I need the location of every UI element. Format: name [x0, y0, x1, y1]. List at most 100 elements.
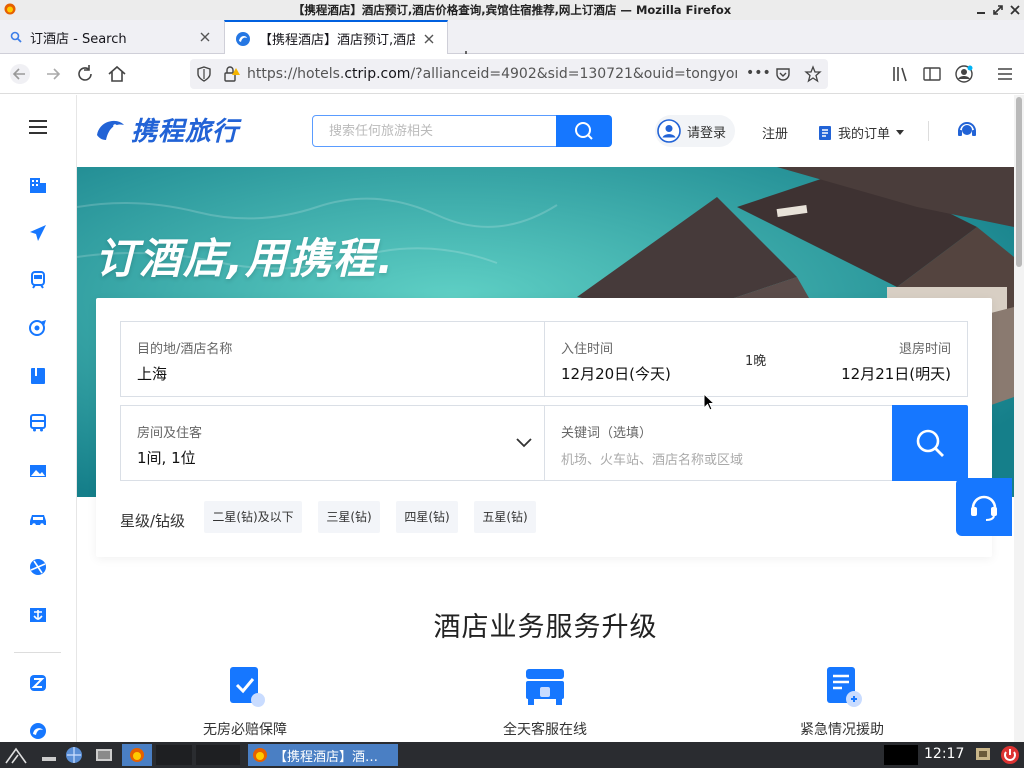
mouse-cursor	[703, 393, 715, 411]
feature-label: 全天客服在线	[503, 722, 587, 738]
tab-close-icon[interactable]	[421, 31, 437, 47]
destination-label: 目的地/酒店名称	[137, 342, 233, 357]
restore-icon[interactable]	[993, 5, 1003, 15]
feature-no-room-guarantee: 无房必赔保障	[155, 665, 335, 739]
start-menu-icon[interactable]	[4, 745, 34, 765]
star-option-5[interactable]: 五星(钻)	[474, 501, 536, 533]
window-titlebar: 【携程酒店】酒店预订,酒店价格查询,宾馆住宿推荐,网上订酒店 — Mozilla…	[0, 0, 1024, 20]
train-icon[interactable]	[28, 270, 48, 290]
account-icon[interactable]	[953, 63, 975, 85]
ctrip-favicon-icon	[235, 31, 251, 47]
star-option-3[interactable]: 三星(钻)	[318, 501, 380, 533]
emergency-doc-icon	[820, 665, 864, 709]
pocket-icon[interactable]	[775, 66, 791, 82]
flight-icon[interactable]	[28, 223, 48, 243]
keyword-placeholder[interactable]: 机场、火车站、酒店名称或区域	[561, 449, 743, 468]
hotel-icon[interactable]	[28, 175, 48, 195]
url-text[interactable]: https://hotels.ctrip.com/?allianceid=490…	[247, 59, 737, 89]
register-link[interactable]: 注册	[762, 123, 788, 142]
minimize-icon[interactable]	[976, 5, 986, 15]
taskbar-firefox-task[interactable]: 【携程酒店】酒…	[248, 744, 398, 766]
hotel-search-button[interactable]	[892, 405, 968, 481]
order-list-icon	[818, 125, 832, 141]
headset-icon	[969, 492, 999, 522]
tab-close-icon[interactable]	[197, 29, 213, 45]
reload-icon[interactable]	[74, 63, 96, 85]
file-manager-icon[interactable]	[94, 745, 114, 765]
hero-slogan: 订酒店,用携程.	[95, 234, 395, 283]
home-icon[interactable]	[106, 63, 128, 85]
service-upgrade-title: 酒店业务服务升级	[433, 612, 658, 643]
car-icon[interactable]	[28, 509, 48, 529]
rooms-guests-field[interactable]: 房间及住客 1间, 1位	[120, 405, 545, 481]
login-button[interactable]: 请登录	[655, 115, 735, 147]
star-rating-label: 星级/钻级	[120, 512, 186, 530]
workspace-1[interactable]	[156, 745, 192, 765]
photo-icon[interactable]	[28, 461, 48, 481]
site-header: 携程旅行 请登录 注册 我的订单	[77, 95, 1014, 167]
login-label: 请登录	[687, 125, 727, 141]
site-search-input[interactable]	[312, 115, 557, 147]
power-icon[interactable]	[1000, 745, 1020, 765]
search-icon	[915, 428, 945, 458]
site-search-button[interactable]	[556, 115, 612, 147]
workspace-2[interactable]	[196, 745, 240, 765]
network-icon[interactable]	[974, 745, 992, 765]
checkin-label: 入住时间	[561, 342, 614, 357]
sidenav-divider	[14, 652, 61, 653]
firefox-window: 【携程酒店】酒店预订,酒店价格查询,宾馆住宿推荐,网上订酒店 — Mozilla…	[0, 0, 1024, 768]
firefox-launcher-icon[interactable]	[122, 744, 152, 766]
insecure-lock-icon[interactable]	[223, 66, 241, 82]
globe-icon[interactable]	[28, 557, 48, 577]
star-option-2[interactable]: 二星(钻)及以下	[204, 501, 302, 533]
sidebar-icon[interactable]	[921, 63, 943, 85]
caret-down-icon	[896, 129, 905, 136]
tab-search[interactable]: 订酒店 - Search	[0, 20, 223, 54]
tab-bar: 订酒店 - Search 【携程酒店】酒店预订,酒店价	[0, 20, 1024, 65]
date-range-field[interactable]: 入住时间 12月20日(今天) 1晚 退房时间 12月21日(明天)	[544, 321, 968, 397]
page-content: 携程旅行 请登录 注册 我的订单	[0, 95, 1024, 742]
shield-icon[interactable]	[196, 66, 212, 82]
tab-ctrip-hotels[interactable]: 【携程酒店】酒店预订,酒店价	[224, 20, 448, 55]
browser-launcher-icon[interactable]	[64, 745, 84, 765]
library-icon[interactable]	[890, 63, 912, 85]
scrollbar-thumb[interactable]	[1016, 97, 1022, 267]
feature-label: 无房必赔保障	[203, 722, 287, 738]
feature-emergency-aid: 紧急情况援助	[752, 665, 932, 739]
destination-field[interactable]: 目的地/酒店名称 上海	[120, 321, 545, 397]
page-scrollbar[interactable]	[1014, 95, 1024, 742]
ctrip-dolphin-icon[interactable]	[28, 721, 48, 741]
bookmark-star-icon[interactable]	[804, 65, 822, 83]
guide-icon[interactable]	[28, 366, 48, 386]
guarantee-icon	[223, 665, 267, 709]
feature-24h-service: 全天客服在线	[455, 665, 635, 739]
travel-icon[interactable]	[28, 318, 48, 338]
hotel-booking-form: 目的地/酒店名称 上海 入住时间 12月20日(今天) 1晚 退房时间 12月2…	[96, 298, 992, 557]
my-orders-dropdown[interactable]: 我的订单	[818, 123, 905, 142]
back-icon[interactable]	[9, 63, 31, 85]
tray-area	[884, 745, 918, 765]
show-desktop-icon[interactable]	[40, 745, 58, 765]
chevron-down-icon	[516, 438, 532, 448]
os-taskbar: 【携程酒店】酒… 12:17	[0, 742, 1024, 768]
deals-icon[interactable]	[28, 605, 48, 625]
hamburger-menu-icon[interactable]	[27, 116, 49, 138]
star-option-4[interactable]: 四星(钻)	[396, 501, 458, 533]
keyword-label: 关键词（选填）	[561, 426, 653, 441]
checkin-date[interactable]: 12月20日(今天)	[561, 363, 671, 384]
keyword-field[interactable]: 关键词（选填） 机场、火车站、酒店名称或区域	[544, 405, 894, 481]
menu-icon[interactable]	[994, 63, 1016, 85]
dolphin-logo-icon	[93, 113, 127, 147]
task-label: 【携程酒店】酒…	[274, 749, 379, 765]
forward-icon[interactable]	[42, 63, 64, 85]
z-icon[interactable]	[28, 673, 48, 693]
page-actions-icon[interactable]: •••	[746, 65, 771, 81]
ctrip-logo[interactable]: 携程旅行	[93, 111, 239, 148]
customer-service-icon[interactable]	[956, 119, 978, 141]
floating-service-button[interactable]	[956, 478, 1012, 536]
url-bar[interactable]: https://hotels.ctrip.com/?allianceid=490…	[190, 59, 828, 89]
navigation-bar: https://hotels.ctrip.com/?allianceid=490…	[0, 54, 1024, 94]
bus-icon[interactable]	[28, 413, 48, 433]
close-icon[interactable]	[1010, 5, 1020, 15]
checkout-date[interactable]: 12月21日(明天)	[841, 363, 951, 384]
